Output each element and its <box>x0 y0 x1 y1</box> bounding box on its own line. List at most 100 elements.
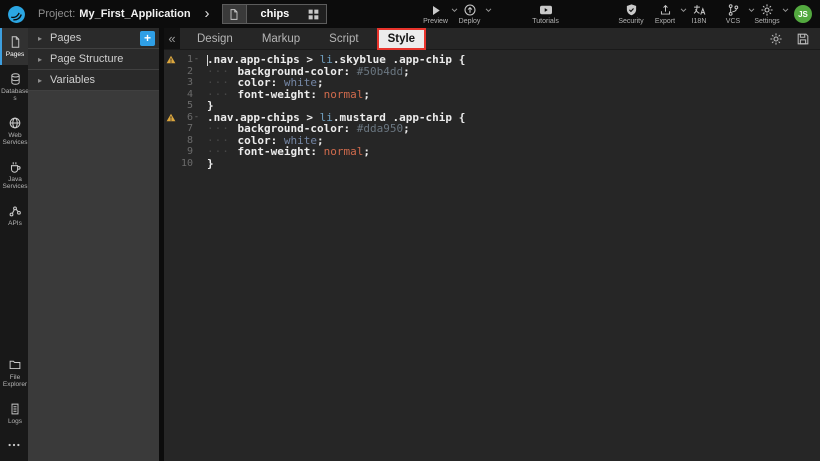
security-button[interactable]: Security <box>614 0 648 28</box>
rail-item-label: Logs <box>1 418 29 426</box>
warning-icon <box>164 113 177 122</box>
collapse-panel-button[interactable]: « <box>164 28 180 49</box>
panel-section-variables[interactable]: ▸ Variables <box>28 70 159 91</box>
tab-script[interactable]: Script <box>320 30 367 48</box>
rail-item-logs[interactable]: Logs <box>0 395 28 432</box>
rail-spacer <box>0 233 28 351</box>
page-settings-button[interactable] <box>769 32 783 46</box>
line-number: 8 <box>177 135 193 147</box>
add-page-button[interactable]: + <box>140 31 155 46</box>
rail-bottom-items: File Explorer Logs <box>0 351 28 432</box>
page-tab-label: chips <box>247 8 305 20</box>
api-icon <box>8 204 22 218</box>
tutorials-label: Tutorials <box>532 18 559 25</box>
user-avatar[interactable]: JS <box>794 5 812 23</box>
i18n-label: I18N <box>692 18 707 25</box>
body-row: Pages Databases Web Services Java Services A… <box>0 28 820 461</box>
tab-markup[interactable]: Markup <box>253 30 309 48</box>
chevron-right-icon: ▸ <box>38 34 42 43</box>
token-prop: font-weight: <box>238 88 317 101</box>
toolbar-right-group: Security Export I18N VCS Settings <box>614 0 784 28</box>
panel-section-label: Page Structure <box>50 53 123 65</box>
rail-item-label: Databases <box>1 88 29 103</box>
deploy-button[interactable]: Deploy <box>453 0 487 28</box>
more-options-button[interactable] <box>0 431 28 461</box>
vcs-label: VCS <box>726 18 740 25</box>
line-number: 4 <box>177 89 193 101</box>
line-number: 2 <box>177 66 193 78</box>
save-icon <box>796 32 810 46</box>
panel-section-pages[interactable]: ▸ Pages + <box>28 28 159 49</box>
folder-icon <box>8 358 22 372</box>
rail-item-file-explorer[interactable]: File Explorer <box>0 351 28 395</box>
chevron-right-icon: ▸ <box>38 55 42 64</box>
rail-item-label: Web Services <box>1 132 29 147</box>
gutter: 8 <box>164 135 200 147</box>
file-icon <box>223 5 247 23</box>
gutter: 2 <box>164 66 200 78</box>
panel-sections: ▸ Pages + ▸ Page Structure ▸ Variables <box>28 28 159 91</box>
preview-button[interactable]: Preview <box>419 0 453 28</box>
rail-item-databases[interactable]: Databases <box>0 65 28 109</box>
line-number: 6 <box>177 112 193 124</box>
code-text: ··· font-weight: normal; <box>200 89 370 101</box>
wavemaker-logo[interactable] <box>0 0 32 28</box>
line-number: 7 <box>177 123 193 135</box>
code-line: 10} <box>164 158 820 170</box>
i18n-button[interactable]: I18N <box>682 0 716 28</box>
tab-design[interactable]: Design <box>188 30 242 48</box>
panel-section-label: Pages <box>50 32 81 44</box>
fold-marker[interactable]: - <box>193 112 200 124</box>
code-line: 9··· font-weight: normal; <box>164 146 820 158</box>
token-punc: ; <box>403 65 410 78</box>
line-number: 3 <box>177 77 193 89</box>
preview-label: Preview <box>423 18 448 25</box>
token-prop: font-weight: <box>238 145 317 158</box>
tab-style[interactable]: Style <box>379 30 425 48</box>
caret-down-icon <box>485 8 492 13</box>
play-icon <box>430 4 442 17</box>
token-plain <box>317 145 324 158</box>
export-button[interactable]: Export <box>648 0 682 28</box>
deploy-label: Deploy <box>459 18 481 25</box>
style-code-editor[interactable]: 1-.nav.app-chips > li.skyblue .app-chip … <box>164 50 820 461</box>
panel-section-label: Variables <box>50 74 95 86</box>
fold-marker[interactable]: - <box>193 54 200 66</box>
vcs-button[interactable]: VCS <box>716 0 750 28</box>
ellipsis-icon <box>7 441 21 449</box>
video-icon <box>539 4 553 17</box>
code-line: 4 ··· font-weight: normal; <box>164 89 820 101</box>
gutter: 7 <box>164 123 200 135</box>
gutter: 5 <box>164 100 200 112</box>
rail-item-web-services[interactable]: Web Services <box>0 109 28 153</box>
project-breadcrumb: Project: My_First_Application <box>38 8 191 20</box>
save-button[interactable] <box>796 32 810 46</box>
rail-item-label: APIs <box>1 220 29 228</box>
token-plain <box>350 65 357 78</box>
gear-icon <box>769 32 783 46</box>
rail-item-java-services[interactable]: Java Services <box>0 153 28 197</box>
wavemaker-studio-window: Project: My_First_Application › chips Pr… <box>0 0 820 461</box>
main-area: « Design Markup Script Style <box>164 28 820 461</box>
breadcrumb-chevron-icon: › <box>205 0 210 28</box>
gutter: 3 <box>164 77 200 89</box>
page-tab-chips[interactable]: chips <box>222 4 327 24</box>
rail-item-apis[interactable]: APIs <box>0 197 28 234</box>
export-label: Export <box>655 18 675 25</box>
project-name: My_First_Application <box>79 8 190 20</box>
caret-down-icon <box>782 8 789 13</box>
export-icon <box>659 4 672 17</box>
rail-item-pages[interactable]: Pages <box>0 28 28 65</box>
panel-section-page-structure[interactable]: ▸ Page Structure <box>28 49 159 70</box>
settings-button[interactable]: Settings <box>750 0 784 28</box>
token-plain <box>317 88 324 101</box>
shield-icon <box>625 4 638 17</box>
page-icon <box>9 35 22 49</box>
coffee-icon <box>8 160 22 174</box>
tabbar-right-icons <box>769 32 820 46</box>
chevron-right-icon: ▸ <box>38 76 42 85</box>
token-punc: ; <box>363 145 370 158</box>
panel-empty-area <box>28 91 159 461</box>
grid-icon[interactable] <box>305 8 326 21</box>
tutorials-button[interactable]: Tutorials <box>529 0 563 28</box>
